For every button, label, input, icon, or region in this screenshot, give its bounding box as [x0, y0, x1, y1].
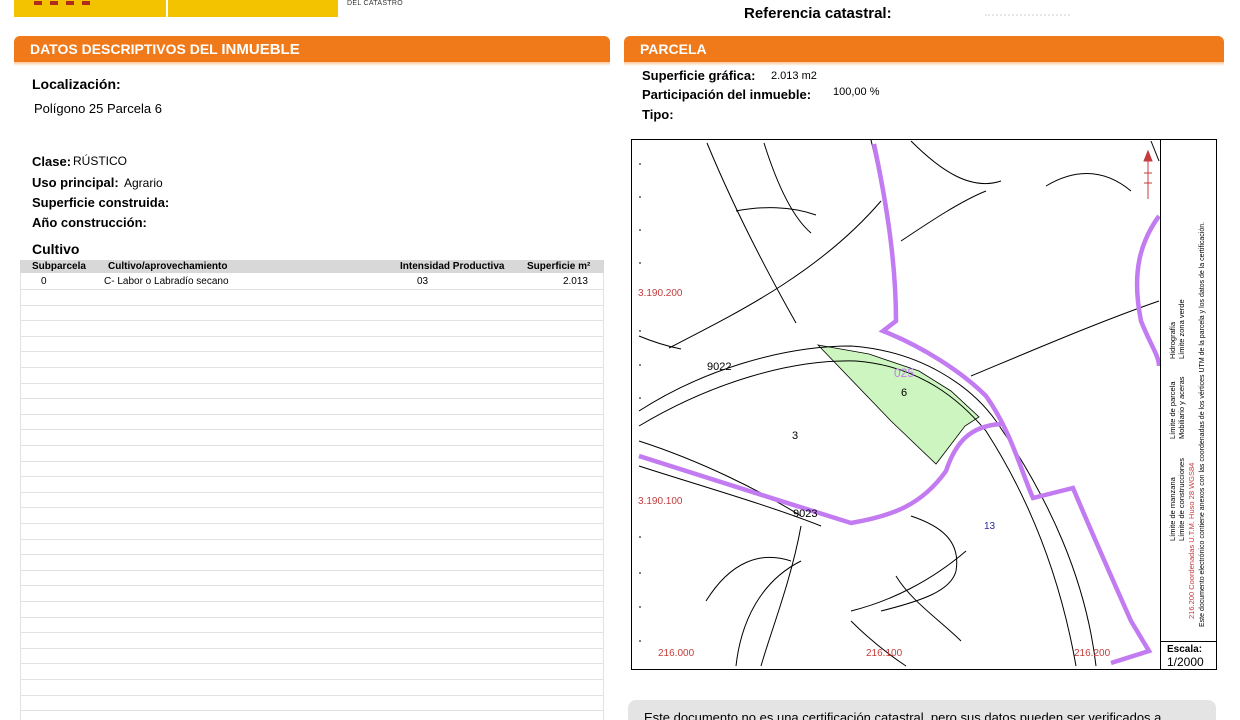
x-tick-label: 216.000 [658, 648, 695, 659]
cell-cultivo: C- Labor o Labradío secano [104, 276, 229, 287]
table-rule [20, 617, 604, 618]
parcel-number: 13 [984, 521, 996, 532]
table-left-border [20, 273, 21, 720]
clase-value: RÚSTICO [73, 154, 127, 168]
col-superficie: Superficie m² [527, 261, 591, 272]
y-tick-label: 3.190.100 [638, 496, 683, 507]
cultivo-title: Cultivo [32, 241, 80, 257]
superficie-construida-label: Superficie construida: [32, 195, 170, 210]
map-legend: Hidrografía Límite zona verde Límite de … [1160, 139, 1217, 641]
localizacion-label: Localización: [32, 76, 121, 92]
scale-value: 1/2000 [1167, 655, 1204, 669]
table-rule [20, 695, 604, 696]
superficie-grafica-label: Superficie gráfica: [642, 68, 756, 83]
table-rule [20, 679, 604, 680]
table-rule [20, 710, 604, 711]
manzana-number: 025 [894, 366, 915, 380]
parcela-header: PARCELA [624, 36, 1224, 66]
table-rule [20, 648, 604, 649]
descriptive-data-title: DATOS DESCRIPTIVOS DEL [30, 41, 222, 57]
map-drawing [638, 140, 1162, 667]
table-rule [20, 632, 604, 633]
cultivo-table-header: Subparcela Cultivo/aprovechamiento Inten… [20, 260, 604, 273]
table-rule [20, 445, 604, 446]
legend-item-construcciones: Límite de construcciones [1177, 458, 1186, 541]
tipo-label: Tipo: [642, 107, 674, 122]
descriptive-data-header: DATOS DESCRIPTIVOS DEL INMUEBLE [14, 36, 610, 66]
x-tick-label: 216.200 [1074, 648, 1111, 659]
north-arrow-icon [1143, 149, 1153, 199]
col-subparcela: Subparcela [32, 261, 86, 272]
legend-item-limite-parcela: Límite de parcela [1168, 381, 1177, 439]
uso-principal-value: Agrario [124, 176, 163, 190]
scale-label: Escala: [1167, 644, 1203, 655]
road-number: 9022 [707, 361, 732, 373]
table-rule [20, 554, 604, 555]
y-tick-label: 3.190.200 [638, 288, 683, 299]
descriptive-data-title-bold: INMUEBLE [221, 41, 300, 58]
legal-note: Este documento electrónico contiene anex… [1199, 221, 1206, 627]
anio-construccion-label: Año construcción: [32, 215, 147, 230]
legend-item-zona-verde: Límite zona verde [1177, 299, 1186, 359]
table-rule [20, 383, 604, 384]
table-rule [20, 476, 604, 477]
table-rule [20, 336, 604, 337]
cadastral-map: 3.190.200 3.190.100 216.000 216.100 216.… [631, 139, 1217, 670]
cell-subparcela: 0 [41, 276, 47, 287]
legend-item-mobiliario: Mobiliario y aceras [1177, 376, 1186, 439]
table-rule [20, 398, 604, 399]
parcel-number: 3 [792, 430, 799, 442]
coordinates-note: 216.200 Coordenadas U.T.M. Huso 28 WGS84 [1187, 462, 1196, 619]
table-rule [20, 601, 604, 602]
government-logo [14, 0, 166, 17]
agency-name: DEL CATASTRO [347, 0, 403, 7]
table-rule [20, 367, 604, 368]
reference-label: Referencia catastral: [744, 5, 892, 22]
clase-label: Clase: [32, 154, 72, 169]
cell-superficie: 2.013 [562, 276, 588, 287]
table-rule [20, 539, 604, 540]
table-rule [20, 523, 604, 524]
scale-box: Escala: 1/2000 [1160, 641, 1217, 670]
table-rule [20, 492, 604, 493]
table-rule [20, 429, 604, 430]
participacion-label: Participación del inmueble: [642, 87, 812, 102]
participacion-value: 100,00 % [833, 86, 880, 98]
reference-value-redacted [985, 14, 1070, 16]
table-rule [20, 414, 604, 415]
cell-intensidad: 03 [417, 276, 429, 287]
table-rule [20, 570, 604, 571]
table-rule [20, 585, 604, 586]
uso-principal-label: Uso principal: [32, 175, 119, 190]
col-intensidad: Intensidad Productiva [400, 261, 505, 272]
table-right-border [603, 273, 604, 720]
table-rule [20, 663, 604, 664]
legend-item-limite-manzana: Límite de manzana [1168, 477, 1177, 541]
selected-parcel-6 [816, 344, 980, 465]
x-tick-label: 216.100 [866, 648, 903, 659]
parcel-number: 6 [901, 387, 908, 399]
road-number: 9023 [793, 508, 818, 520]
table-rule [20, 351, 604, 352]
verification-note: Este documento no es una certificación c… [628, 700, 1216, 720]
parcela-title: PARCELA [640, 41, 707, 57]
localizacion-value: Polígono 25 Parcela 6 [34, 101, 162, 116]
map-border-ticks [639, 163, 641, 642]
agency-logo [168, 0, 338, 17]
legend-item-hidrografia: Hidrografía [1168, 321, 1177, 359]
table-rule [20, 507, 604, 508]
superficie-grafica-value: 2.013 m2 [771, 70, 817, 82]
table-rule [20, 305, 604, 306]
col-cultivo: Cultivo/aprovechamiento [108, 261, 228, 272]
table-rule [20, 289, 604, 290]
table-rule [20, 320, 604, 321]
table-rule [20, 461, 604, 462]
table-row: 0 C- Labor o Labradío secano 03 2.013 [20, 274, 604, 290]
